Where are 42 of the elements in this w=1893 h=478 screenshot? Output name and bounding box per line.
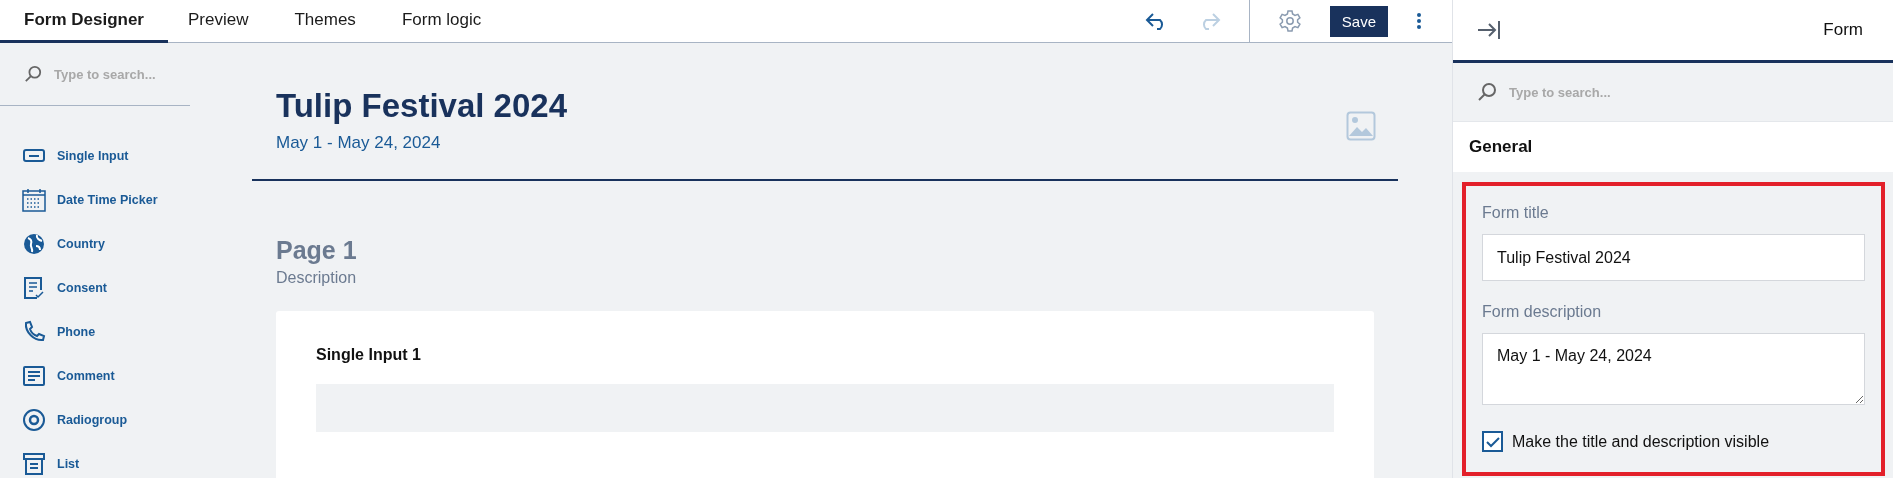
description-input-field[interactable]: May 1 - May 24, 2024 [1482,333,1865,405]
field-label: Form description [1482,303,1603,321]
search-icon [24,64,42,84]
toolbox-item[interactable]: Date Time Picker [0,178,190,222]
more-icon[interactable] [1416,12,1422,30]
save-button[interactable]: Save [1329,5,1388,37]
radio-icon [22,408,46,432]
question-card[interactable]: Single Input 1 [276,311,1374,478]
toolbox-item[interactable]: Country [0,222,190,266]
designer-tab[interactable]: Form logic [378,0,505,43]
toolbox-item[interactable]: Consent [0,266,190,310]
designer-tab[interactable]: Themes [271,0,379,43]
designer-tab[interactable]: Preview [168,0,272,43]
date-icon [22,188,46,212]
properties-search-field[interactable]: Type to search... [1507,83,1621,101]
toolbox-search-field[interactable]: Type to search... [52,65,166,83]
settings-icon[interactable] [1277,9,1302,33]
form-title: Tulip Festival 2024 [276,87,567,125]
toolbox-item[interactable]: Single Input [0,134,190,178]
toolbox-item[interactable]: Phone [0,310,190,354]
list-icon [22,452,46,476]
search-icon [1477,82,1497,102]
page-description: Description [276,269,358,287]
form-description: May 1 - May 24, 2024 [276,133,442,153]
collapse-panel-icon[interactable] [1477,19,1501,41]
toolbox-item[interactable]: List [0,442,190,478]
phone-icon [22,320,46,344]
page-title: Page 1 [276,236,358,265]
consent-icon [22,276,46,300]
toolbox-item[interactable]: Comment [0,354,190,398]
field-label: Form title [1482,204,1550,222]
question-title: Single Input 1 [316,346,422,364]
section-header[interactable]: General [1453,122,1893,172]
checkbox-label: Make the title and description visible [1512,432,1770,451]
globe-icon [22,232,46,256]
check-icon [1484,435,1501,448]
toolbox-item[interactable]: Radiogroup [0,398,190,442]
comment-icon [22,364,46,388]
designer-tab[interactable]: Form Designer [0,0,168,43]
checkbox[interactable] [1482,431,1503,452]
panel-title: Form [1823,20,1863,40]
title-input-field[interactable]: Tulip Festival 2024 [1482,234,1865,281]
